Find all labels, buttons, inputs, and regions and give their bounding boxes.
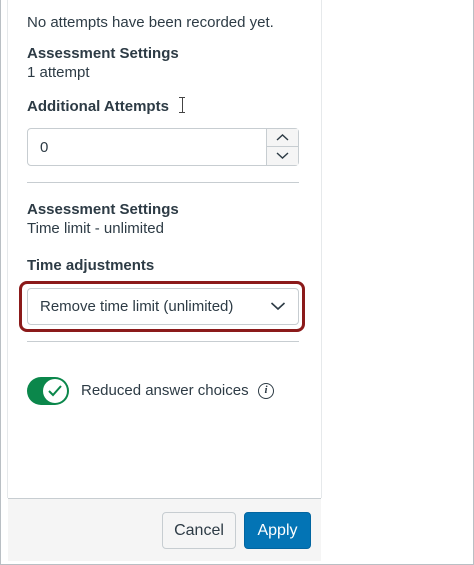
- assessment-attempts-value: 1 attempt: [27, 64, 90, 81]
- toggle-knob: [43, 379, 67, 403]
- attempts-stepper[interactable]: [266, 129, 298, 165]
- panel-right-edge: [321, 0, 322, 498]
- reduced-answer-choices-label: Reduced answer choices: [81, 382, 249, 399]
- cancel-button[interactable]: Cancel: [162, 512, 236, 549]
- text-cursor-icon: [179, 97, 185, 113]
- time-adjustments-label: Time adjustments: [27, 257, 155, 274]
- additional-attempts-value[interactable]: 0: [40, 139, 48, 157]
- additional-attempts-label: Additional Attempts: [27, 98, 169, 115]
- assessment-settings-heading: Assessment Settings: [27, 201, 179, 218]
- checkmark-icon: [48, 385, 62, 397]
- time-limit-value: Time limit - unlimited: [27, 220, 164, 237]
- chevron-up-icon: [276, 134, 289, 141]
- section-divider: [27, 182, 299, 183]
- time-adjustments-selected[interactable]: Remove time limit (unlimited): [40, 298, 233, 316]
- section-divider: [27, 341, 299, 342]
- decrement-button[interactable]: [267, 147, 298, 165]
- reduced-answer-choices-toggle[interactable]: [27, 377, 69, 405]
- assessment-settings-heading: Assessment Settings: [27, 45, 179, 62]
- chevron-down-icon: [276, 152, 289, 159]
- panel-left-edge: [7, 0, 8, 498]
- increment-button[interactable]: [267, 129, 298, 147]
- panel-footer: Cancel Apply: [8, 498, 321, 561]
- additional-attempts-input[interactable]: 0: [27, 128, 299, 166]
- chevron-down-icon: [270, 302, 286, 311]
- attempts-status-text: No attempts have been recorded yet.: [27, 14, 274, 31]
- time-adjustments-select[interactable]: Remove time limit (unlimited): [27, 288, 299, 325]
- info-icon[interactable]: i: [258, 383, 274, 399]
- assessment-settings-panel: No attempts have been recorded yet. Asse…: [0, 0, 474, 565]
- apply-button[interactable]: Apply: [244, 512, 311, 549]
